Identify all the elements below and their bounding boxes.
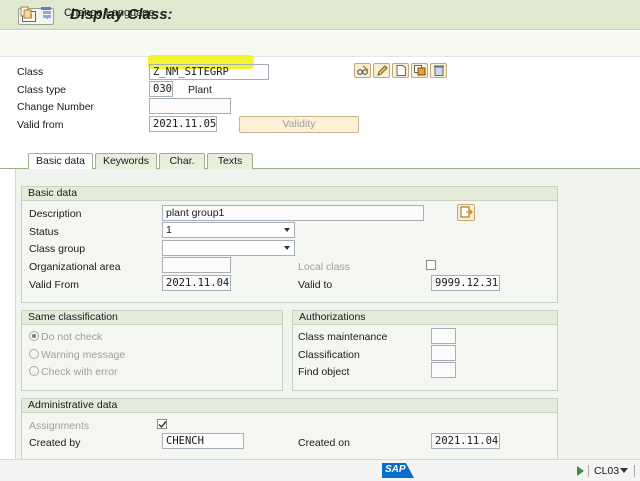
delete-button[interactable] bbox=[430, 63, 447, 78]
status-label: Status bbox=[29, 226, 59, 238]
tab-keywords[interactable]: Keywords bbox=[95, 153, 157, 169]
radio-do-not-check[interactable] bbox=[29, 331, 39, 341]
copy-icon bbox=[414, 65, 426, 76]
change-language-button[interactable]: Change Language bbox=[64, 7, 155, 19]
created-on-label: Created on bbox=[298, 437, 350, 449]
checkmark-icon bbox=[158, 421, 167, 429]
classification-field[interactable] bbox=[431, 345, 456, 361]
chevron-down-icon bbox=[284, 228, 290, 232]
description-label: Description bbox=[29, 208, 82, 220]
play-icon[interactable] bbox=[577, 466, 584, 476]
classification-label: Classification bbox=[298, 349, 360, 361]
glasses-pencil-icon bbox=[357, 65, 369, 75]
other-class-icon[interactable] bbox=[20, 6, 32, 19]
local-class-label: Local class bbox=[298, 261, 350, 273]
class-type-text: Plant bbox=[188, 84, 212, 96]
trash-icon bbox=[434, 65, 444, 76]
change-number-field[interactable] bbox=[149, 98, 231, 114]
group-title: Basic data bbox=[22, 187, 557, 201]
divider bbox=[634, 465, 635, 477]
find-object-field[interactable] bbox=[431, 362, 456, 378]
radio-warning-message[interactable] bbox=[29, 349, 39, 359]
radio-do-not-check-label: Do not check bbox=[41, 331, 103, 343]
change-number-label: Change Number bbox=[17, 101, 95, 113]
group-title: Same classification bbox=[22, 311, 282, 325]
tab-texts[interactable]: Texts bbox=[207, 153, 253, 169]
divider bbox=[588, 465, 589, 477]
application-toolbar bbox=[0, 31, 640, 57]
status-select[interactable]: 1 bbox=[162, 222, 295, 238]
sap-logo-text: SAP bbox=[385, 464, 406, 475]
valid-from-label-basic: Valid From bbox=[29, 279, 79, 291]
valid-to-label: Valid to bbox=[298, 279, 333, 291]
class-maintenance-field[interactable] bbox=[431, 328, 456, 344]
chevron-down-icon[interactable] bbox=[620, 468, 628, 473]
copy-button[interactable] bbox=[411, 63, 428, 78]
transaction-code: CL03 bbox=[594, 465, 620, 477]
class-type-field[interactable]: 030 bbox=[149, 81, 173, 97]
tab-char[interactable]: Char. bbox=[159, 153, 205, 169]
assignments-checkbox[interactable] bbox=[157, 419, 167, 429]
find-object-label: Find object bbox=[298, 366, 350, 378]
valid-from-label: Valid from bbox=[17, 119, 64, 131]
create-button[interactable] bbox=[392, 63, 409, 78]
created-by-field[interactable]: CHENCH bbox=[162, 433, 244, 449]
tab-basic-data[interactable]: Basic data bbox=[28, 153, 93, 170]
hierarchy-icon[interactable] bbox=[40, 6, 52, 19]
created-by-label: Created by bbox=[29, 437, 81, 449]
class-type-label: Class type bbox=[17, 84, 67, 96]
display-change-button[interactable] bbox=[354, 63, 371, 78]
class-field[interactable]: Z_NM_SITEGRP bbox=[149, 64, 269, 80]
description-field[interactable]: plant group1 bbox=[162, 205, 424, 221]
created-on-field[interactable]: 2021.11.04 bbox=[431, 433, 500, 449]
class-group-select[interactable] bbox=[162, 240, 295, 256]
pencil-icon bbox=[377, 65, 388, 76]
class-label: Class bbox=[17, 66, 44, 78]
valid-from-field[interactable]: 2021.11.05 bbox=[149, 116, 217, 132]
edit-button[interactable] bbox=[373, 63, 390, 78]
radio-check-with-error[interactable] bbox=[29, 366, 39, 376]
status-bar: SAP CL03 bbox=[0, 459, 640, 481]
radio-check-with-error-label: Check with error bbox=[41, 366, 118, 378]
group-title: Administrative data bbox=[22, 399, 557, 413]
class-maintenance-label: Class maintenance bbox=[298, 331, 388, 343]
valid-to-field[interactable]: 9999.12.31 bbox=[431, 275, 500, 291]
assignments-label: Assignments bbox=[29, 420, 90, 432]
valid-from-field-basic[interactable]: 2021.11.04 bbox=[162, 275, 231, 291]
status-select-value: 1 bbox=[166, 224, 172, 236]
long-text-button[interactable] bbox=[457, 204, 475, 221]
local-class-checkbox[interactable] bbox=[426, 260, 436, 270]
validity-button[interactable]: Validity bbox=[239, 116, 359, 133]
administrative-data-group: Administrative data bbox=[21, 398, 558, 460]
org-area-field[interactable] bbox=[162, 257, 231, 273]
sap-logo: SAP bbox=[382, 463, 414, 478]
text-editor-icon bbox=[460, 206, 473, 218]
class-group-label: Class group bbox=[29, 243, 86, 255]
org-area-label: Organizational area bbox=[29, 261, 121, 273]
chevron-down-icon bbox=[284, 246, 290, 250]
radio-warning-message-label: Warning message bbox=[41, 349, 126, 361]
new-document-icon bbox=[396, 65, 406, 76]
group-title: Authorizations bbox=[293, 311, 557, 325]
